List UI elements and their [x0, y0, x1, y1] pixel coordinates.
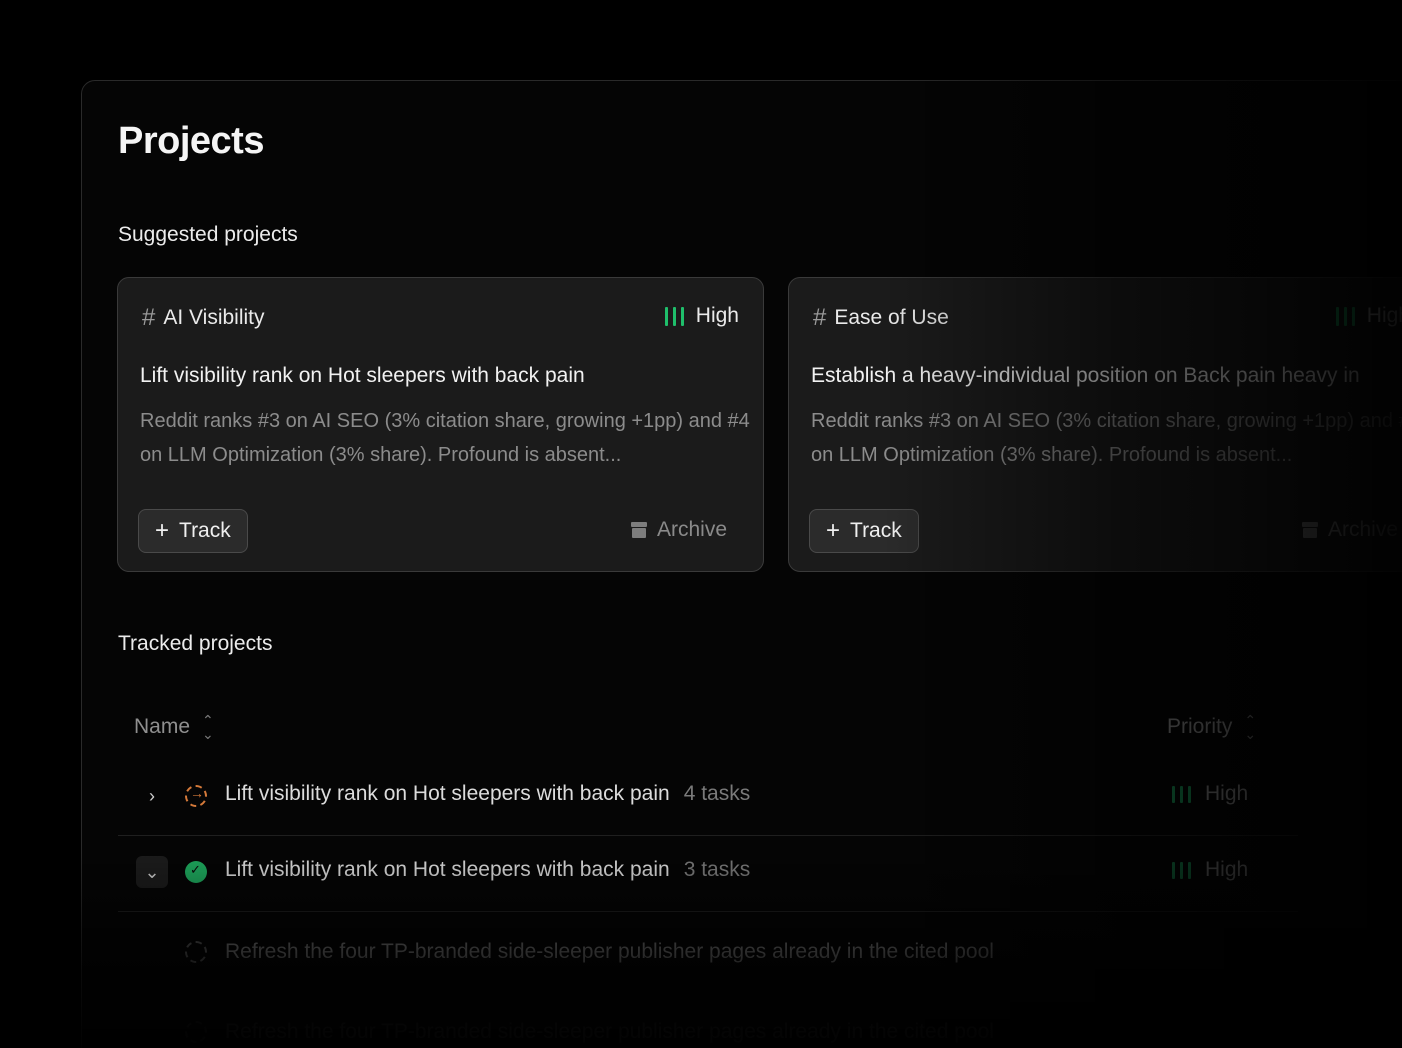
table-row[interactable]: ⌄ Lift visibility rank on Hot sleepers w…: [118, 836, 1298, 912]
plus-icon: +: [155, 517, 170, 544]
hash-icon: #: [142, 304, 156, 331]
row-title: Lift visibility rank on Hot sleepers wit…: [225, 782, 750, 806]
row-title: Lift visibility rank on Hot sleepers wit…: [225, 858, 750, 882]
card-tag: # Ease of Use: [813, 304, 949, 332]
task-title: Refresh the four TP-branded side-sleeper…: [225, 1020, 994, 1043]
chevron-down-icon[interactable]: ⌄: [136, 856, 168, 888]
archive-button-label: Archive: [656, 518, 727, 541]
archive-icon: [630, 522, 647, 538]
column-header-priority[interactable]: Priority ⌃ ⌄: [1167, 713, 1256, 741]
suggested-project-card[interactable]: # Ease of Use High Establish a heavy-ind…: [788, 277, 1402, 572]
app-window: Projects Suggested projects # AI Visibil…: [0, 0, 1402, 1048]
card-tag-label: AI Visibility: [163, 306, 265, 329]
todo-status-icon: [185, 941, 207, 963]
card-title: Lift visibility rank on Hot sleepers wit…: [140, 364, 585, 387]
archive-button[interactable]: Archive: [1301, 518, 1398, 542]
card-priority-label: High: [695, 304, 739, 327]
track-button[interactable]: + Track: [809, 509, 919, 553]
suggested-project-card[interactable]: # AI Visibility High Lift visibility ran…: [117, 277, 764, 572]
row-title-label: Lift visibility rank on Hot sleepers wit…: [225, 782, 670, 805]
priority-bars-icon: [1172, 861, 1191, 879]
priority-bars-icon: [664, 306, 684, 326]
card-tag-label: Ease of Use: [834, 306, 949, 329]
archive-button-label: Archive: [1327, 518, 1398, 541]
column-header-name-label: Name: [134, 715, 191, 738]
card-tag: # AI Visibility: [142, 304, 265, 332]
column-header-name[interactable]: Name ⌃ ⌄: [134, 713, 214, 741]
card-priority: High: [1335, 304, 1402, 328]
row-priority-label: High: [1205, 858, 1249, 881]
track-button-label: Track: [850, 519, 902, 542]
row-priority-label: High: [1205, 782, 1249, 805]
task-row[interactable]: Refresh the four TP-branded side-sleeper…: [118, 992, 1298, 1048]
row-priority: High: [1172, 782, 1248, 806]
priority-bars-icon: [1172, 785, 1191, 803]
card-priority: High: [664, 304, 739, 328]
archive-button[interactable]: Archive: [630, 518, 727, 542]
priority-bars-icon: [1335, 306, 1355, 326]
table-row[interactable]: › Lift visibility rank on Hot sleepers w…: [118, 760, 1298, 836]
track-button-label: Track: [179, 519, 231, 542]
card-title: Establish a heavy-individual position on…: [811, 364, 1360, 387]
card-description: Reddit ranks #3 on AI SEO (3% citation s…: [811, 410, 1402, 466]
row-priority: High: [1172, 858, 1248, 882]
todo-status-icon: [185, 1021, 207, 1043]
sort-icon: ⌃ ⌄: [202, 712, 214, 742]
row-task-count: 4 tasks: [683, 782, 751, 805]
task-title: Refresh the four TP-branded side-sleeper…: [225, 940, 994, 963]
in-progress-status-icon: [185, 785, 207, 807]
archive-icon: [1301, 522, 1318, 538]
sort-icon: ⌃ ⌄: [1244, 712, 1257, 742]
row-title-label: Lift visibility rank on Hot sleepers wit…: [225, 858, 670, 881]
card-priority-label: High: [1366, 304, 1402, 327]
task-row[interactable]: Refresh the four TP-branded side-sleeper…: [118, 912, 1298, 988]
row-task-count: 3 tasks: [683, 858, 751, 881]
done-status-icon: [185, 861, 207, 883]
page-title: Projects: [118, 120, 264, 162]
plus-icon: +: [826, 517, 841, 544]
tracked-projects-heading: Tracked projects: [118, 632, 273, 655]
hash-icon: #: [813, 304, 827, 331]
chevron-right-icon[interactable]: ›: [136, 780, 168, 812]
suggested-projects-heading: Suggested projects: [118, 223, 298, 246]
card-description: Reddit ranks #3 on AI SEO (3% citation s…: [140, 410, 750, 466]
column-header-priority-label: Priority: [1167, 715, 1233, 738]
track-button[interactable]: + Track: [138, 509, 248, 553]
